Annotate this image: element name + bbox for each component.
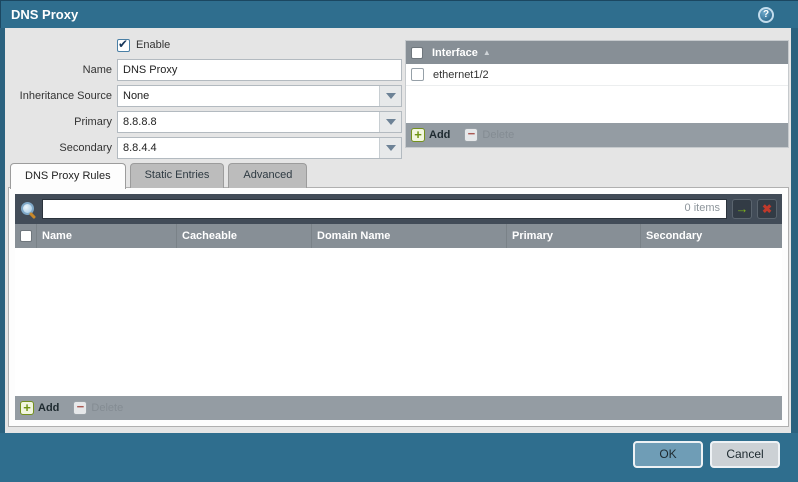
dialog-content: Enable Name Inheritance Source Primary — [5, 28, 791, 433]
column-header-secondary[interactable]: Secondary — [641, 224, 782, 248]
primary-row: Primary — [10, 111, 402, 133]
interface-row-label: ethernet1/2 — [433, 68, 489, 81]
interface-column-header[interactable]: Interface — [432, 47, 478, 59]
enable-row: Enable — [10, 36, 402, 54]
add-icon: + — [411, 128, 425, 142]
dialog-frame-left — [0, 28, 5, 433]
dialog-footer: OK Cancel — [0, 433, 798, 482]
inheritance-source-row: Inheritance Source — [10, 85, 402, 107]
name-input[interactable] — [118, 60, 401, 80]
rules-table-header: Name Cacheable Domain Name Primary Secon… — [15, 224, 782, 248]
ok-button[interactable]: OK — [633, 441, 703, 468]
interface-delete-button[interactable]: − Delete — [464, 127, 514, 142]
secondary-input[interactable] — [118, 138, 379, 158]
inheritance-source-input[interactable] — [118, 86, 379, 106]
dialog-frame-right — [791, 28, 798, 433]
interface-panel-footer: + Add − Delete — [406, 123, 788, 147]
dns-proxy-dialog: DNS Proxy ? Enable Name Inheritance Sour… — [0, 0, 798, 482]
search-field-wrap: 0 items — [42, 199, 727, 219]
interface-list: ethernet1/2 — [406, 64, 788, 123]
interface-header: Interface ▲ — [406, 41, 788, 64]
column-header-cacheable[interactable]: Cacheable — [177, 224, 312, 248]
tab-strip: DNS Proxy Rules Static Entries Advanced — [10, 163, 308, 189]
primary-label: Primary — [74, 116, 112, 128]
rules-select-all-checkbox[interactable] — [20, 230, 32, 242]
secondary-label: Secondary — [59, 142, 112, 154]
delete-icon: − — [73, 400, 88, 415]
column-header-primary[interactable]: Primary — [507, 224, 641, 248]
enable-label: Enable — [136, 39, 171, 51]
secondary-field-wrap — [117, 137, 402, 159]
primary-field-wrap — [117, 111, 402, 133]
clear-filter-button[interactable]: ✖ — [757, 199, 777, 219]
column-header-name[interactable]: Name — [37, 224, 177, 248]
inheritance-source-dropdown-button[interactable] — [379, 86, 401, 106]
chevron-down-icon — [385, 119, 396, 125]
secondary-dropdown-button[interactable] — [379, 138, 401, 158]
rules-delete-button[interactable]: − Delete — [73, 400, 123, 415]
dns-proxy-form: Enable Name Inheritance Source Primary — [10, 36, 402, 163]
search-bar: 0 items → ✖ — [15, 194, 782, 224]
select-all-cell — [15, 224, 37, 248]
primary-dropdown-button[interactable] — [379, 112, 401, 132]
primary-input[interactable] — [118, 112, 379, 132]
help-icon[interactable]: ? — [758, 7, 774, 23]
title-bar: DNS Proxy ? — [0, 0, 798, 28]
column-header-domain-name[interactable]: Domain Name — [312, 224, 507, 248]
interface-row-ethernet1-2[interactable]: ethernet1/2 — [406, 64, 788, 86]
inheritance-source-field-wrap — [117, 85, 402, 107]
rules-panel-footer: + Add − Delete — [15, 396, 782, 420]
secondary-row: Secondary — [10, 137, 402, 159]
search-input[interactable] — [42, 199, 727, 219]
dns-proxy-rules-panel: 0 items → ✖ Name Cacheable Domain Name P… — [8, 187, 789, 427]
search-icon — [20, 201, 37, 218]
name-field-wrap — [117, 59, 402, 81]
cancel-button[interactable]: Cancel — [710, 441, 780, 468]
interface-select-all-checkbox[interactable] — [411, 46, 423, 59]
dialog-title: DNS Proxy — [11, 7, 79, 22]
tab-advanced[interactable]: Advanced — [228, 163, 308, 188]
inheritance-source-label: Inheritance Source — [19, 90, 112, 102]
interface-row-checkbox[interactable] — [411, 68, 424, 81]
name-label: Name — [82, 64, 112, 76]
apply-filter-button[interactable]: → — [732, 199, 752, 219]
interface-add-button[interactable]: + Add — [411, 128, 450, 142]
enable-checkbox[interactable] — [117, 37, 130, 52]
name-row: Name — [10, 59, 402, 81]
tab-static-entries[interactable]: Static Entries — [129, 163, 225, 188]
rules-add-button[interactable]: + Add — [20, 401, 59, 415]
add-icon: + — [20, 401, 34, 415]
items-count: 0 items — [684, 202, 720, 214]
rules-table-body — [15, 248, 782, 396]
interface-panel: Interface ▲ ethernet1/2 + Add − Delete — [405, 40, 789, 148]
sort-ascending-icon: ▲ — [482, 48, 491, 57]
chevron-down-icon — [385, 93, 396, 99]
chevron-down-icon — [385, 145, 396, 151]
delete-icon: − — [464, 127, 479, 142]
tab-dns-proxy-rules[interactable]: DNS Proxy Rules — [10, 163, 126, 189]
